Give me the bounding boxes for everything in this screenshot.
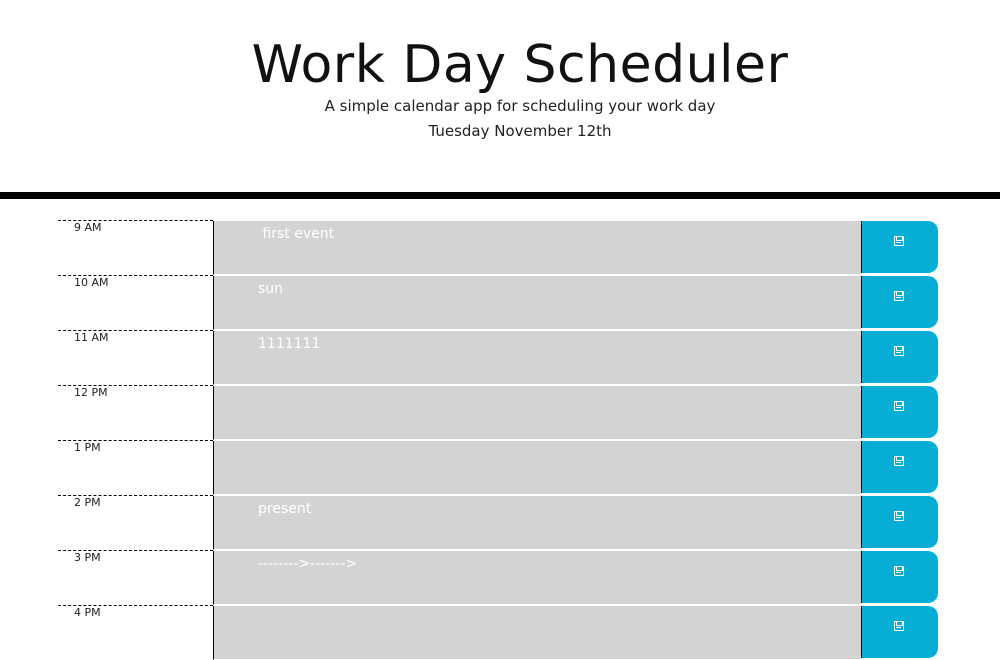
save-icon [894, 291, 904, 301]
save-icon [894, 346, 904, 356]
event-description[interactable]: 1111111 [213, 331, 861, 385]
save-button[interactable] [861, 551, 938, 603]
save-icon [894, 566, 904, 576]
hour-label: 1 PM [58, 440, 213, 495]
hour-label: 12 PM [58, 385, 213, 440]
event-description[interactable] [213, 606, 861, 660]
hour-label: 3 PM [58, 550, 213, 605]
time-block: 3 PM -------->-------> [58, 550, 938, 605]
time-block: 12 PM [58, 385, 938, 440]
time-block: 4 PM [58, 605, 938, 660]
event-description[interactable]: present [213, 496, 861, 550]
hour-label: 10 AM [58, 275, 213, 330]
save-button[interactable] [861, 496, 938, 548]
event-description[interactable]: -------->-------> [213, 551, 861, 605]
hour-label: 9 AM [58, 220, 213, 275]
save-icon [894, 621, 904, 631]
time-block: 1 PM [58, 440, 938, 495]
save-icon [894, 401, 904, 411]
header-divider [0, 192, 1000, 199]
save-button[interactable] [861, 606, 938, 658]
event-description[interactable] [213, 441, 861, 495]
save-button[interactable] [861, 386, 938, 438]
header: Work Day Scheduler A simple calendar app… [0, 0, 1000, 192]
time-block: 11 AM 1111111 [58, 330, 938, 385]
time-block: 9 AM first event [58, 220, 938, 275]
hour-label: 11 AM [58, 330, 213, 385]
save-icon [894, 511, 904, 521]
time-block: 10 AM sun [58, 275, 938, 330]
event-description[interactable]: first event [213, 221, 861, 275]
save-icon [894, 456, 904, 466]
hour-label: 2 PM [58, 495, 213, 550]
event-description[interactable] [213, 386, 861, 440]
hour-label: 4 PM [58, 605, 213, 660]
save-button[interactable] [861, 331, 938, 383]
save-icon [894, 236, 904, 246]
event-description[interactable]: sun [213, 276, 861, 330]
save-button[interactable] [861, 276, 938, 328]
save-button[interactable] [861, 441, 938, 493]
current-day: Tuesday November 12th [428, 122, 612, 140]
save-button[interactable] [861, 221, 938, 273]
time-block: 2 PM present [58, 495, 938, 550]
page-subtitle: A simple calendar app for scheduling you… [324, 97, 716, 115]
page-title: Work Day Scheduler [251, 35, 789, 95]
